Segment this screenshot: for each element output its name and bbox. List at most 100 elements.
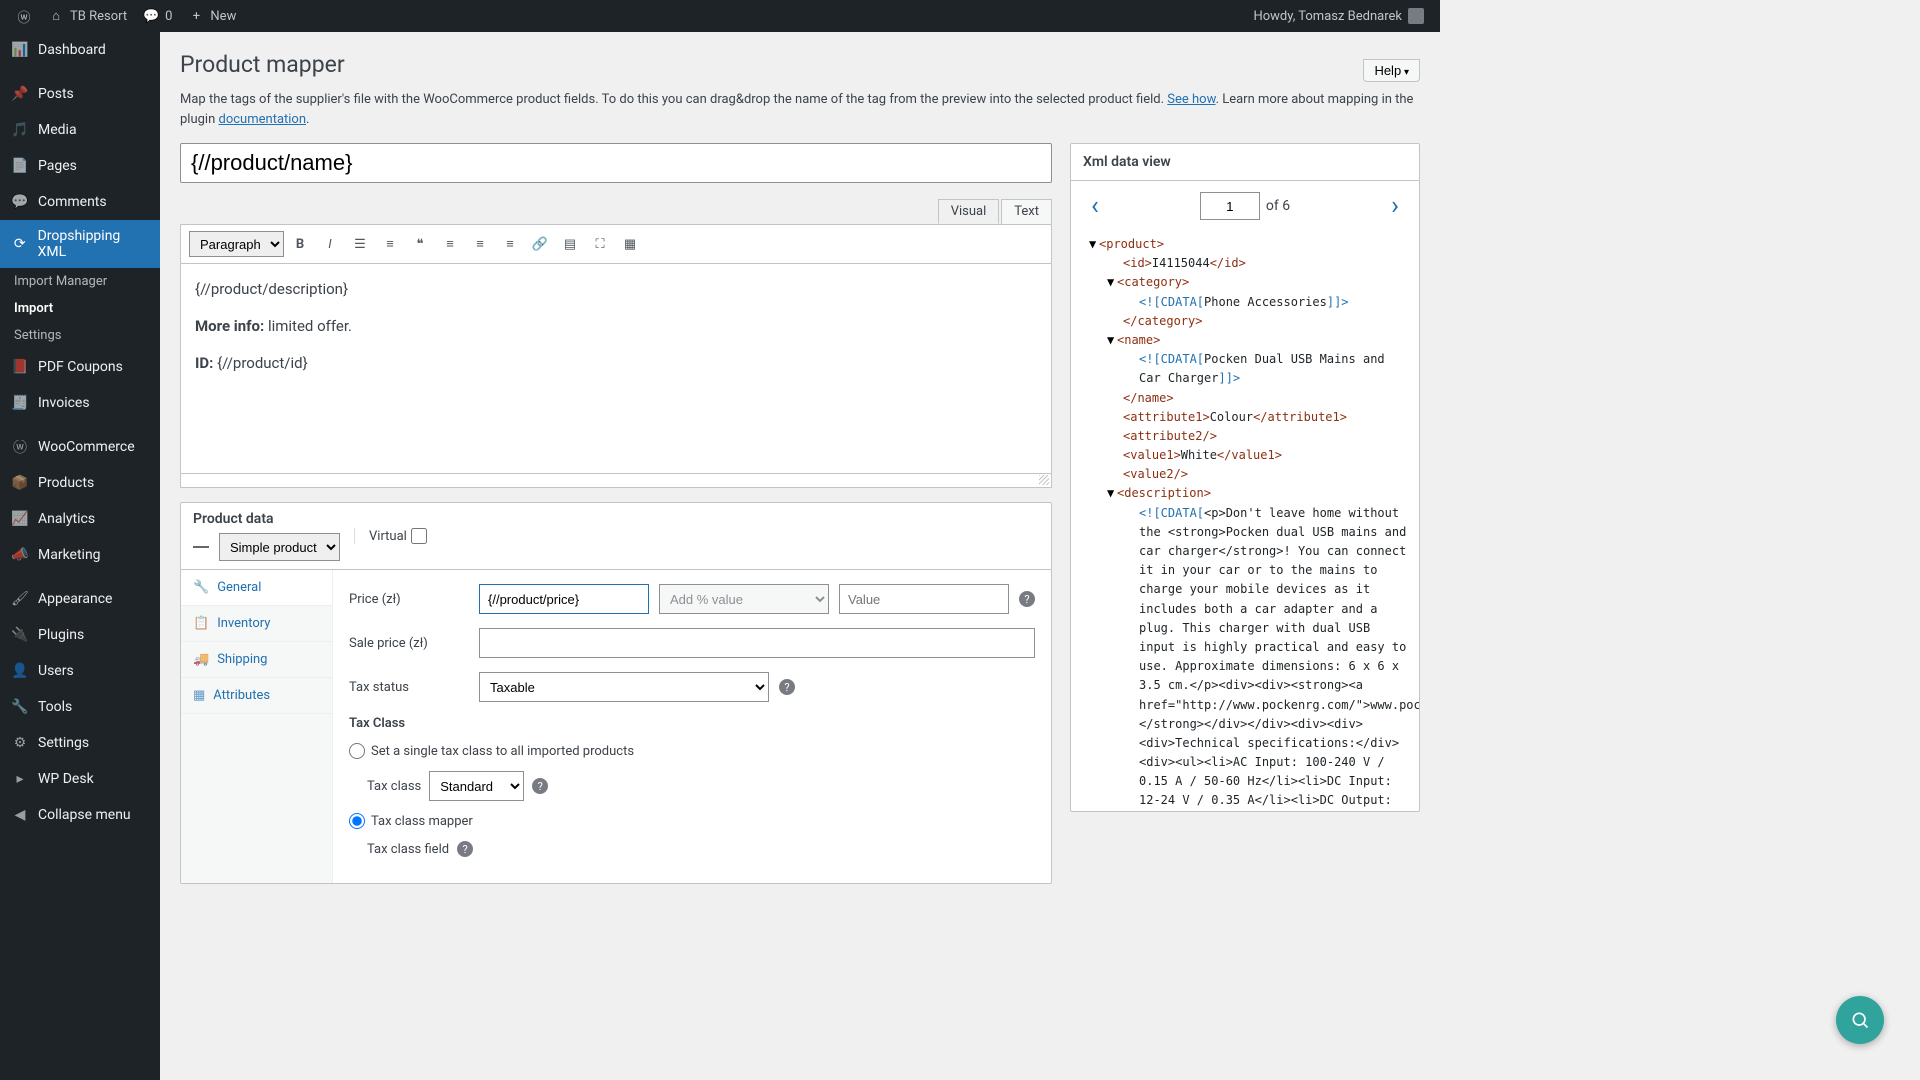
ul-button[interactable]: ☰ — [346, 231, 374, 257]
sidebar-item-appearance[interactable]: 🖌Appearance — [0, 581, 160, 617]
wpdesk-icon: ▸ — [10, 769, 30, 789]
see-how-link[interactable]: See how — [1167, 92, 1215, 107]
bold-button[interactable]: B — [286, 231, 314, 257]
align-left-button[interactable]: ≡ — [436, 231, 464, 257]
admin-bar: ⓦ ⌂TB Resort 💬0 +New Howdy, Tomasz Bedna… — [0, 0, 1440, 32]
product-data-title: Product data — [193, 511, 340, 527]
tax-class-select[interactable]: Standard — [429, 771, 524, 801]
wrench-icon: 🔧 — [10, 697, 30, 717]
pd-tab-inventory[interactable]: 📋Inventory — [181, 606, 332, 642]
woo-icon: ⓦ — [10, 437, 30, 457]
link-button[interactable]: 🔗 — [526, 231, 554, 257]
sidebar-item-users[interactable]: 👤Users — [0, 653, 160, 689]
sidebar-item-comments[interactable]: 💬Comments — [0, 184, 160, 220]
quote-button[interactable]: ❝ — [406, 231, 434, 257]
site-link[interactable]: ⌂TB Resort — [40, 0, 135, 32]
sidebar-item-collapse[interactable]: ◀Collapse menu — [0, 797, 160, 833]
align-center-button[interactable]: ≡ — [466, 231, 494, 257]
home-icon: ⌂ — [48, 8, 64, 24]
pd-tab-shipping[interactable]: 🚚Shipping — [181, 642, 332, 678]
price-input[interactable] — [479, 584, 649, 614]
wrench-icon: 🔧 — [193, 580, 209, 595]
sidebar-item-woocommerce[interactable]: ⓦWooCommerce — [0, 429, 160, 465]
sidebar-item-invoices[interactable]: 🧾Invoices — [0, 385, 160, 421]
sidebar-item-products[interactable]: 📦Products — [0, 465, 160, 501]
sidebar-item-media[interactable]: 🎵Media — [0, 112, 160, 148]
plug-icon: 🔌 — [10, 625, 30, 645]
comments-link[interactable]: 💬0 — [135, 0, 180, 32]
pd-tab-attributes[interactable]: ▦Attributes — [181, 678, 332, 714]
help-tab[interactable]: Help — [1363, 59, 1420, 82]
sidebar-item-dropshipping[interactable]: ⟳Dropshipping XML — [0, 220, 160, 268]
products-icon: 📦 — [10, 473, 30, 493]
sidebar-sub-import[interactable]: Import — [0, 295, 160, 322]
sidebar-item-plugins[interactable]: 🔌Plugins — [0, 617, 160, 653]
sync-icon: ⟳ — [10, 234, 30, 254]
plus-icon: + — [188, 8, 204, 24]
collapse-icon[interactable] — [193, 546, 209, 548]
editor-tab-visual[interactable]: Visual — [938, 199, 1000, 224]
price-value-input[interactable] — [839, 584, 1009, 614]
align-right-button[interactable]: ≡ — [496, 231, 524, 257]
avatar — [1408, 8, 1424, 24]
sidebar-sub-import-manager[interactable]: Import Manager — [0, 268, 160, 295]
sidebar-item-analytics[interactable]: 📈Analytics — [0, 501, 160, 537]
new-link[interactable]: +New — [180, 0, 244, 32]
pdf-icon: 📕 — [10, 357, 30, 377]
wp-logo[interactable]: ⓦ — [8, 0, 40, 32]
documentation-link[interactable]: documentation — [219, 112, 307, 127]
price-label: Price (zł) — [349, 592, 469, 607]
dashboard-icon: 📊 — [10, 40, 30, 60]
truck-icon: 🚚 — [193, 652, 209, 667]
pager-next[interactable]: › — [1385, 191, 1405, 221]
help-icon[interactable]: ? — [779, 679, 795, 695]
sidebar-item-pdf-coupons[interactable]: 📕PDF Coupons — [0, 349, 160, 385]
pager-input[interactable] — [1200, 192, 1260, 220]
marketing-icon: 📣 — [10, 545, 30, 565]
tax-class-field-label: Tax class field — [367, 842, 449, 857]
editor-tab-text[interactable]: Text — [1001, 199, 1052, 224]
sidebar-item-tools[interactable]: 🔧Tools — [0, 689, 160, 725]
sidebar-item-pages[interactable]: 📄Pages — [0, 148, 160, 184]
page-title: Product mapper — [180, 42, 345, 82]
sidebar-item-settings[interactable]: ⚙Settings — [0, 725, 160, 761]
editor-body[interactable]: {//product/description} More info: limit… — [180, 264, 1052, 474]
xml-view-title: Xml data view — [1071, 144, 1419, 181]
tax-mapper-radio[interactable]: Tax class mapper — [349, 813, 1035, 829]
virtual-toggle[interactable]: Virtual — [354, 528, 427, 544]
comment-icon: 💬 — [10, 192, 30, 212]
editor-resize-handle[interactable] — [180, 474, 1052, 488]
format-select[interactable]: Paragraph — [189, 231, 284, 257]
sidebar-item-dashboard[interactable]: 📊Dashboard — [0, 32, 160, 68]
intro-text: Map the tags of the supplier's file with… — [180, 90, 1420, 129]
help-icon[interactable]: ? — [532, 778, 548, 794]
sidebar-item-wpdesk[interactable]: ▸WP Desk — [0, 761, 160, 797]
fullscreen-button[interactable]: ⛶ — [586, 231, 614, 257]
product-data-panel: Product data Simple product Virtual 🔧Gen… — [180, 502, 1052, 884]
product-type-select[interactable]: Simple product — [219, 533, 340, 561]
product-title-input[interactable] — [180, 143, 1052, 183]
percent-select[interactable]: Add % value — [659, 584, 829, 614]
editor-toolbar: Paragraph B I ☰ ≡ ❝ ≡ ≡ ≡ 🔗 ▤ ⛶ ▦ — [180, 224, 1052, 264]
help-icon[interactable]: ? — [1019, 591, 1035, 607]
sale-price-input[interactable] — [479, 628, 1035, 658]
ol-button[interactable]: ≡ — [376, 231, 404, 257]
analytics-icon: 📈 — [10, 509, 30, 529]
user-menu[interactable]: Howdy, Tomasz Bednarek — [1245, 0, 1432, 32]
sidebar-sub-settings[interactable]: Settings — [0, 322, 160, 349]
help-fab[interactable] — [1836, 996, 1884, 1044]
italic-button[interactable]: I — [316, 231, 344, 257]
xml-tree[interactable]: ▼<product> <id>I4115044</id> ▼<category>… — [1071, 231, 1419, 811]
invoice-icon: 🧾 — [10, 393, 30, 413]
sidebar-item-posts[interactable]: 📌Posts — [0, 76, 160, 112]
user-icon: 👤 — [10, 661, 30, 681]
sidebar-item-marketing[interactable]: 📣Marketing — [0, 537, 160, 573]
tax-status-select[interactable]: Taxable — [479, 672, 769, 702]
more-button[interactable]: ▤ — [556, 231, 584, 257]
wordpress-icon: ⓦ — [16, 8, 32, 24]
pager-prev[interactable]: ‹ — [1085, 191, 1105, 221]
toggle-button[interactable]: ▦ — [616, 231, 644, 257]
pd-tab-general[interactable]: 🔧General — [181, 570, 332, 606]
help-icon[interactable]: ? — [457, 841, 473, 857]
tax-single-radio[interactable]: Set a single tax class to all imported p… — [349, 743, 1035, 759]
